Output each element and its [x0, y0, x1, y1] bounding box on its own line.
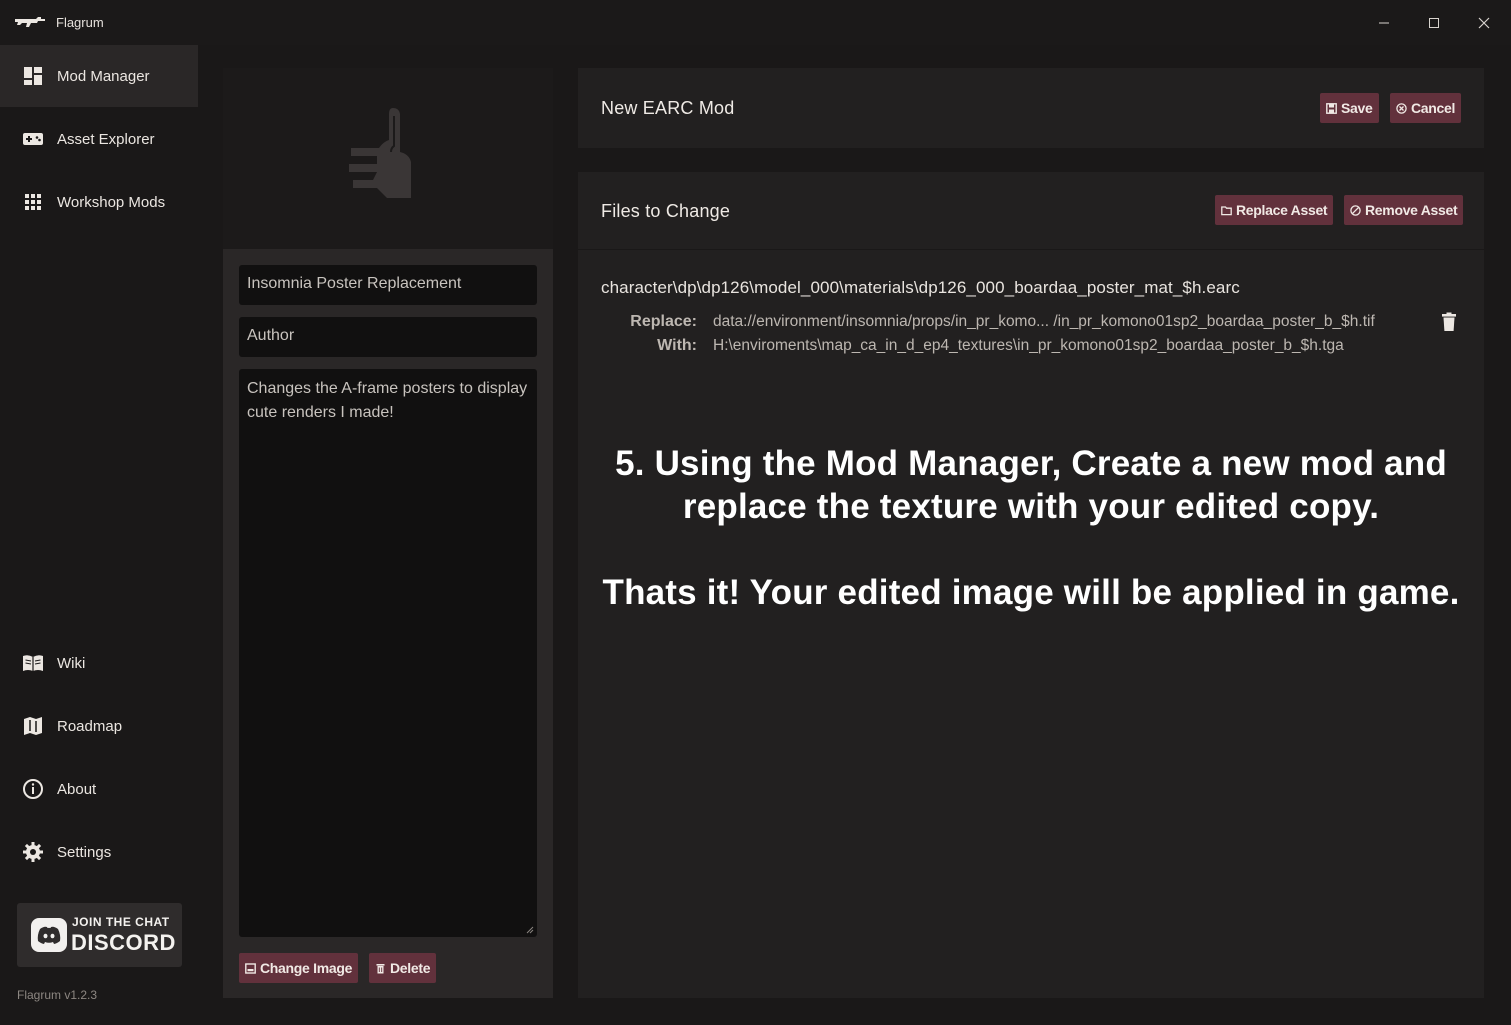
- folder-icon: [1221, 205, 1232, 215]
- minimize-icon: [1379, 22, 1389, 24]
- instruction-line2: replace the texture with your edited cop…: [682, 487, 1380, 526]
- description-textarea[interactable]: Changes the A-frame posters to display c…: [239, 369, 537, 937]
- image-icon: [245, 962, 256, 974]
- page-title: New EARC Mod: [601, 98, 735, 118]
- files-divider: [578, 249, 1484, 250]
- minimize-button[interactable]: [1370, 10, 1398, 36]
- delete-mod-button[interactable]: Delete: [369, 953, 437, 983]
- with-label: With:: [657, 337, 697, 354]
- close-button[interactable]: [1470, 10, 1498, 36]
- info-icon: [22, 778, 44, 800]
- delete-entry-trash-icon[interactable]: [1440, 312, 1458, 332]
- instruction-line3: Thats it! Your edited image will be appl…: [602, 573, 1460, 612]
- close-icon: [1478, 17, 1490, 29]
- discord-icon: [31, 918, 67, 952]
- mod-name-input[interactable]: Insomnia Poster Replacement: [239, 265, 537, 305]
- sidebar-item-mod-manager[interactable]: Mod Manager: [0, 45, 198, 107]
- discord-line1: JOIN THE CHAT: [72, 915, 170, 929]
- mod-details-panel: Insomnia Poster Replacement Author Chang…: [223, 68, 553, 998]
- sidebar: Mod Manager Asset Explorer Workshop Mods…: [0, 45, 198, 1025]
- resize-grip-icon[interactable]: [526, 926, 534, 934]
- replace-asset-button[interactable]: Replace Asset: [1215, 195, 1334, 225]
- title-bar: Flagrum: [0, 0, 1511, 45]
- sidebar-item-label: Asset Explorer: [57, 130, 155, 148]
- sidebar-item-label: Wiki: [57, 654, 86, 672]
- sidebar-item-label: Roadmap: [57, 717, 123, 735]
- cancel-button[interactable]: Cancel: [1390, 93, 1462, 123]
- sidebar-item-label: Workshop Mods: [57, 193, 166, 211]
- save-icon: [1326, 102, 1337, 114]
- change-image-button[interactable]: Change Image: [239, 953, 359, 983]
- sidebar-item-label: Mod Manager: [57, 67, 150, 85]
- sidebar-item-label: About: [57, 780, 97, 798]
- file-entry-path: character\dp\dp126\model_000\materials\d…: [601, 278, 1240, 297]
- maximize-button[interactable]: [1420, 10, 1448, 36]
- flagrum-hand-icon: [349, 108, 411, 198]
- cancel-circle-icon: [1396, 102, 1407, 114]
- save-button[interactable]: Save: [1320, 93, 1379, 123]
- sidebar-item-workshop-mods[interactable]: Workshop Mods: [0, 171, 198, 233]
- sidebar-item-about[interactable]: About: [0, 758, 198, 820]
- maximize-icon: [1429, 18, 1439, 28]
- map-icon: [22, 715, 44, 737]
- book-icon: [22, 652, 44, 674]
- ban-icon: [1350, 204, 1361, 216]
- dashboard-icon: [22, 65, 44, 87]
- sidebar-item-asset-explorer[interactable]: Asset Explorer: [0, 108, 198, 170]
- mod-header-card: New EARC Mod Save Cancel: [578, 68, 1484, 148]
- discord-join-button[interactable]: JOIN THE CHAT DISCORD: [17, 903, 182, 967]
- sidebar-item-wiki[interactable]: Wiki: [0, 632, 198, 694]
- with-value: H:\enviroments\map_ca_in_d_ep4_textures\…: [713, 337, 1344, 354]
- grid-icon: [22, 191, 44, 213]
- replace-label: Replace:: [630, 313, 697, 330]
- mod-preview-image[interactable]: [223, 68, 553, 249]
- gamepad-icon: [22, 128, 44, 150]
- instruction-line1: 5. Using the Mod Manager, Create a new m…: [615, 444, 1447, 483]
- files-title: Files to Change: [601, 201, 731, 221]
- sidebar-item-settings[interactable]: Settings: [0, 821, 198, 883]
- description-text: Changes the A-frame posters to display c…: [247, 380, 528, 421]
- remove-asset-button[interactable]: Remove Asset: [1344, 195, 1464, 225]
- sidebar-item-label: Settings: [57, 843, 112, 861]
- app-version: Flagrum v1.2.3: [17, 988, 98, 1002]
- replace-value: data://environment/insomnia/props/in_pr_…: [713, 313, 1375, 330]
- window-title: Flagrum: [56, 15, 104, 30]
- gear-icon: [22, 841, 44, 863]
- discord-line2: DISCORD: [71, 930, 176, 955]
- flagrum-rifle-icon: [15, 17, 45, 27]
- author-input[interactable]: Author: [239, 317, 537, 357]
- trash-icon: [376, 963, 385, 973]
- sidebar-item-roadmap[interactable]: Roadmap: [0, 695, 198, 757]
